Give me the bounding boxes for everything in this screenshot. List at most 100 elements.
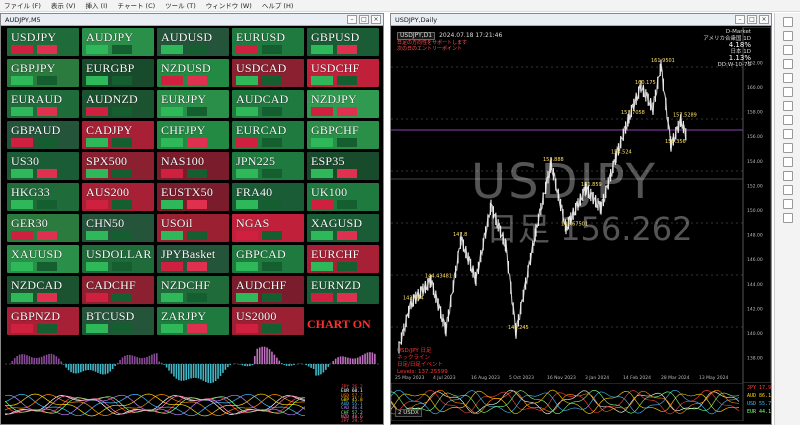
menu-item-0[interactable]: ファイル (F) [4, 0, 41, 12]
pair-tile-jpn225[interactable]: JPN225 [232, 152, 304, 180]
subwindow-tab[interactable]: 2 USDX [395, 409, 422, 417]
grid-icon[interactable] [782, 129, 793, 139]
minimize-button[interactable]: – [735, 15, 745, 24]
candle [667, 116, 669, 130]
usdx-subchart[interactable]: JPY 17.9 AUD 86.1 USD 55.7 EUR 44.1 [391, 383, 771, 421]
strength-bar [337, 262, 357, 271]
fibonacci-icon[interactable] [782, 59, 793, 69]
candle [480, 249, 482, 263]
pair-tile-cadchf[interactable]: CADCHF [82, 276, 154, 304]
pair-tile-gbpchf[interactable]: GBPCHF [307, 121, 379, 149]
pair-tile-audnzd[interactable]: AUDNZD [82, 90, 154, 118]
indicator-icon[interactable] [782, 171, 793, 181]
pair-tile-ger30[interactable]: GER30 [7, 214, 79, 242]
crosshair-icon[interactable] [782, 17, 793, 27]
histogram-bar [241, 364, 244, 366]
pair-tile-btcusd[interactable]: BTCUSD [82, 307, 154, 335]
strength-bar [37, 169, 57, 178]
pair-tile-usdjpy[interactable]: USDJPY [7, 28, 79, 56]
pair-tile-nzdjpy[interactable]: NZDJPY [307, 90, 379, 118]
close-button[interactable]: × [759, 15, 769, 24]
menu-item-1[interactable]: 表示 (V) [51, 0, 76, 12]
zoom-in-icon[interactable] [782, 101, 793, 111]
strength-bar [187, 45, 207, 54]
pair-tile-esp35[interactable]: ESP35 [307, 152, 379, 180]
pair-tile-eurjpy[interactable]: EURJPY [157, 90, 229, 118]
date-axis-tick: 5 Oct 2023 [509, 375, 534, 381]
pair-tile-hkg33[interactable]: HKG33 [7, 183, 79, 211]
strength-bar [337, 200, 357, 209]
pair-tile-eustx50[interactable]: EUSTX50 [157, 183, 229, 211]
strength-bar [236, 293, 258, 302]
pair-tile-gbpnzd[interactable]: GBPNZD [7, 307, 79, 335]
histogram-bar [254, 356, 256, 364]
pair-tile-xagusd[interactable]: XAGUSD [307, 214, 379, 242]
pair-tile-euraud[interactable]: EURAUD [7, 90, 79, 118]
menu-item-3[interactable]: チャート (C) [118, 0, 156, 12]
histogram-bar [94, 364, 97, 372]
pair-tile-gbpcad[interactable]: GBPCAD [232, 245, 304, 273]
zoom-out-icon[interactable] [782, 115, 793, 125]
screenshot-icon[interactable] [782, 199, 793, 209]
pair-tile-gbpusd[interactable]: GBPUSD [307, 28, 379, 56]
pair-tile-xauusd[interactable]: XAUUSD [7, 245, 79, 273]
pair-tile-us30[interactable]: US30 [7, 152, 79, 180]
pair-tile-nzdchf[interactable]: NZDCHF [157, 276, 229, 304]
right-chart-window[interactable]: USDJPY,Daily – □ × 140.245 142.664 144.434… [390, 13, 772, 425]
horizontal-line-icon[interactable] [782, 45, 793, 55]
pair-tile-eurchf[interactable]: EURCHF [307, 245, 379, 273]
left-chart-window[interactable]: AUDJPY,M5 – □ × USDJPY AUDJPY AUDUSD EURUSD… [0, 13, 384, 425]
pair-tile-eurnzd[interactable]: EURNZD [307, 276, 379, 304]
strength-bar [112, 107, 132, 116]
maximize-button[interactable]: □ [359, 15, 369, 24]
pair-tile-eurusd[interactable]: EURUSD [232, 28, 304, 56]
pair-tile-audjpy[interactable]: AUDJPY [82, 28, 154, 56]
pair-tile-eurgbp[interactable]: EURGBP [82, 59, 154, 87]
pair-tile-usdchf[interactable]: USDCHF [307, 59, 379, 87]
period-icon[interactable] [782, 143, 793, 153]
template-icon[interactable] [782, 157, 793, 167]
pair-tile-jpybasket[interactable]: JPYBasket [157, 245, 229, 273]
menu-item-6[interactable]: ヘルプ (H) [262, 0, 294, 12]
pair-tile-ngas[interactable]: NGAS [232, 214, 304, 242]
menu-item-4[interactable]: ツール (T) [165, 0, 196, 12]
pair-tile-spx500[interactable]: SPX500 [82, 152, 154, 180]
pair-tile-eurcad[interactable]: EURCAD [232, 121, 304, 149]
chart-on-button[interactable]: CHART ON [307, 317, 371, 332]
autoscroll-icon[interactable] [782, 213, 793, 223]
pair-tile-chfjpy[interactable]: CHFJPY [157, 121, 229, 149]
text-tool-icon[interactable] [782, 73, 793, 83]
arrow-tool-icon[interactable] [782, 87, 793, 97]
trendline-icon[interactable] [782, 31, 793, 41]
maximize-button[interactable]: □ [747, 15, 757, 24]
strength-bar [161, 293, 183, 302]
pair-tile-audchf[interactable]: AUDCHF [232, 276, 304, 304]
pair-tile-nas100[interactable]: NAS100 [157, 152, 229, 180]
pair-tile-nzdusd[interactable]: NZDUSD [157, 59, 229, 87]
pair-tile-audusd[interactable]: AUDUSD [157, 28, 229, 56]
pair-tile-usoil[interactable]: USOil [157, 214, 229, 242]
left-window-titlebar[interactable]: AUDJPY,M5 – □ × [1, 14, 383, 26]
pair-tile-aus200[interactable]: AUS200 [82, 183, 154, 211]
pair-tile-nzdcad[interactable]: NZDCAD [7, 276, 79, 304]
strength-bar [112, 324, 132, 333]
pair-tile-uk100[interactable]: UK100 [307, 183, 379, 211]
pair-tile-cadjpy[interactable]: CADJPY [82, 121, 154, 149]
pair-tile-us2000[interactable]: US2000 [232, 307, 304, 335]
pair-tile-chn50[interactable]: CHN50 [82, 214, 154, 242]
objects-icon[interactable] [782, 185, 793, 195]
pair-tile-gbpaud[interactable]: GBPAUD [7, 121, 79, 149]
pair-tile-usdollar[interactable]: USDOLLAR [82, 245, 154, 273]
pair-tile-audcad[interactable]: AUDCAD [232, 90, 304, 118]
right-window-titlebar[interactable]: USDJPY,Daily – □ × [391, 14, 771, 26]
menu-item-5[interactable]: ウィンドウ (W) [206, 0, 252, 12]
strength-bar [236, 138, 258, 147]
close-button[interactable]: × [371, 15, 381, 24]
menu-item-2[interactable]: 挿入 (I) [85, 0, 107, 12]
minimize-button[interactable]: – [347, 15, 357, 24]
pair-tile-gbpjpy[interactable]: GBPJPY [7, 59, 79, 87]
pair-tile-usdcad[interactable]: USDCAD [232, 59, 304, 87]
pair-tile-fra40[interactable]: FRA40 [232, 183, 304, 211]
pair-tile-zarjpy[interactable]: ZARJPY [157, 307, 229, 335]
histogram-bar [344, 356, 347, 364]
